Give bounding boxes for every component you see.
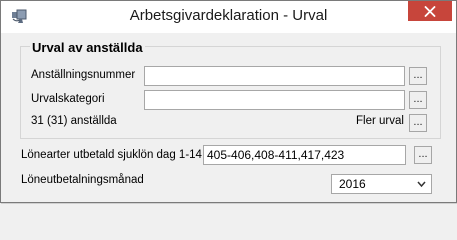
more-selection-button[interactable]: ...	[409, 114, 427, 132]
employment-number-label: Anställningsnummer	[31, 69, 136, 81]
close-button[interactable]	[408, 1, 452, 21]
payment-month-label: Löneutbetalningsmånad	[21, 174, 144, 186]
selection-category-field[interactable]	[144, 90, 405, 110]
payment-month-selected-value: 2016	[339, 177, 366, 191]
chevron-down-icon	[417, 181, 426, 188]
wage-types-field[interactable]	[203, 145, 406, 165]
payment-month-select[interactable]: 2016	[331, 174, 432, 194]
wage-types-browse-button[interactable]: ...	[414, 146, 432, 164]
title-bar[interactable]: Arbetsgivardeklaration - Urval	[1, 1, 456, 33]
employment-number-browse-button[interactable]: ...	[409, 67, 427, 85]
employee-count: 31 (31) anställda	[31, 115, 117, 127]
dialog-window: Arbetsgivardeklaration - Urval Urval av …	[0, 0, 457, 204]
employee-selection-legend: Urval av anställda	[30, 40, 145, 55]
bottom-divider	[1, 203, 457, 204]
wage-types-label: Lönearter utbetald sjuklön dag 1-14	[21, 149, 202, 161]
close-icon	[424, 5, 436, 17]
selection-category-browse-button[interactable]: ...	[409, 91, 427, 109]
window-title: Arbetsgivardeklaration - Urval	[129, 7, 328, 24]
selection-category-label: Urvalskategori	[31, 93, 105, 105]
employment-number-field[interactable]	[144, 66, 405, 86]
more-selection-label: Fler urval	[356, 115, 404, 127]
